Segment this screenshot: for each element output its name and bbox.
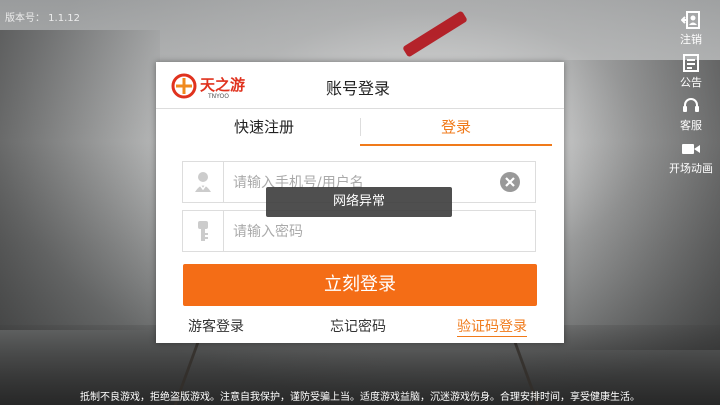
tab-quick-register[interactable]: 快速注册 xyxy=(168,110,360,144)
opening-anim-button[interactable]: 开场动画 xyxy=(666,139,716,176)
brand-logo: 天之游 TNYOO xyxy=(170,72,260,100)
login-dialog: 天之游 TNYOO 账号登录 快速注册 登录 网络异常 立刻登录 游客登录 忘记… xyxy=(156,62,564,343)
guest-login-link[interactable]: 游客登录 xyxy=(188,316,244,336)
login-options: 游客登录 忘记密码 验证码登录 xyxy=(156,316,564,338)
service-label: 客服 xyxy=(680,119,702,132)
side-menu: 注销 公告 客服 开场动画 xyxy=(666,10,716,182)
key-icon xyxy=(183,211,224,251)
logout-icon xyxy=(680,10,702,30)
dialog-header: 天之游 TNYOO 账号登录 xyxy=(156,62,564,108)
password-input[interactable] xyxy=(231,219,485,245)
service-button[interactable]: 客服 xyxy=(666,96,716,133)
notice-label: 公告 xyxy=(680,76,702,89)
user-icon xyxy=(183,162,224,202)
tab-login[interactable]: 登录 xyxy=(360,110,552,146)
notice-icon xyxy=(680,53,702,73)
health-notice: 抵制不良游戏，拒绝盗版游戏。注意自我保护，谨防受骗上当。适度游戏益脑，沉迷游戏伤… xyxy=(80,392,640,403)
video-camera-icon xyxy=(680,139,702,159)
login-tabs: 快速注册 登录 xyxy=(168,110,552,146)
opening-anim-label: 开场动画 xyxy=(669,162,713,175)
divider xyxy=(156,108,564,109)
logout-button[interactable]: 注销 xyxy=(666,10,716,47)
dialog-title: 账号登录 xyxy=(326,79,391,98)
background-building-left xyxy=(0,30,160,330)
login-button[interactable]: 立刻登录 xyxy=(183,264,537,306)
svg-text:TNYOO: TNYOO xyxy=(207,93,229,100)
network-error-toast: 网络异常 xyxy=(266,187,452,217)
forgot-password-link[interactable]: 忘记密码 xyxy=(330,316,386,336)
code-login-link[interactable]: 验证码登录 xyxy=(457,316,527,337)
svg-text:天之游: 天之游 xyxy=(200,76,245,94)
notice-button[interactable]: 公告 xyxy=(666,53,716,90)
version-label: 版本号： 1.1.12 xyxy=(5,13,80,24)
headset-icon xyxy=(680,96,702,116)
clear-input-icon[interactable] xyxy=(499,171,521,193)
logout-label: 注销 xyxy=(680,33,702,46)
